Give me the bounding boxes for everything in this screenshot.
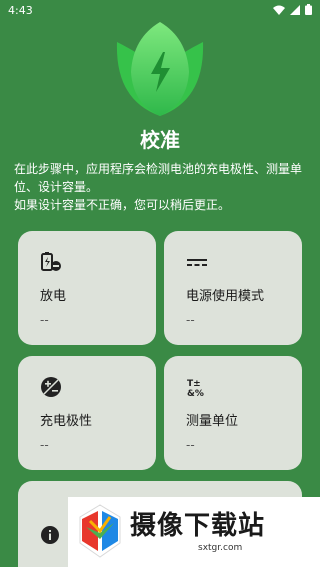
calibration-screen: 4:43 校准 在此步骤中，应用程序会检测电池的充电极性、测量单位、设计容量。 … [0, 0, 320, 567]
wifi-icon [273, 5, 285, 15]
page-description: 在此步骤中，应用程序会检测电池的充电极性、测量单位、设计容量。 如果设计容量不正… [14, 160, 310, 214]
watermark-banner: 摄像下载站 sxtgr.com [68, 497, 320, 567]
power-mode-card[interactable]: 电源使用模式 -- [164, 231, 302, 345]
unit-symbols-icon: T± &% [187, 379, 204, 398]
watermark-title: 摄像下载站 [130, 511, 266, 541]
status-icons [273, 4, 312, 15]
description-line-2: 如果设计容量不正确，您可以稍后更正。 [14, 198, 231, 212]
page-title: 校准 [140, 128, 180, 152]
battery-minus-icon [41, 252, 61, 271]
info-icon [41, 526, 59, 544]
battery-icon [305, 4, 312, 15]
unit-value: -- [186, 438, 195, 452]
svg-text:T±: T± [187, 379, 201, 389]
discharge-label: 放电 [40, 289, 67, 304]
status-bar: 4:43 [0, 0, 320, 22]
unit-card[interactable]: T± &% 测量单位 -- [164, 356, 302, 470]
watermark-logo-icon [79, 504, 121, 558]
polarity-icon [41, 377, 61, 397]
polarity-label: 充电极性 [40, 414, 93, 429]
signal-icon [290, 4, 300, 15]
description-line-1: 在此步骤中，应用程序会检测电池的充电极性、测量单位、设计容量。 [14, 162, 303, 194]
polarity-value: -- [40, 438, 49, 452]
svg-text:&%: &% [187, 389, 204, 398]
power-mode-value: -- [186, 313, 195, 327]
leaf-lightning-icon [116, 22, 204, 116]
watermark-url: sxtgr.com [198, 543, 243, 553]
unit-label: 测量单位 [186, 414, 239, 429]
power-mode-label: 电源使用模式 [186, 289, 265, 304]
dc-power-icon [187, 259, 207, 266]
polarity-card[interactable]: 充电极性 -- [18, 356, 156, 470]
discharge-card[interactable]: 放电 -- [18, 231, 156, 345]
discharge-value: -- [40, 313, 49, 327]
status-time: 4:43 [8, 4, 33, 17]
